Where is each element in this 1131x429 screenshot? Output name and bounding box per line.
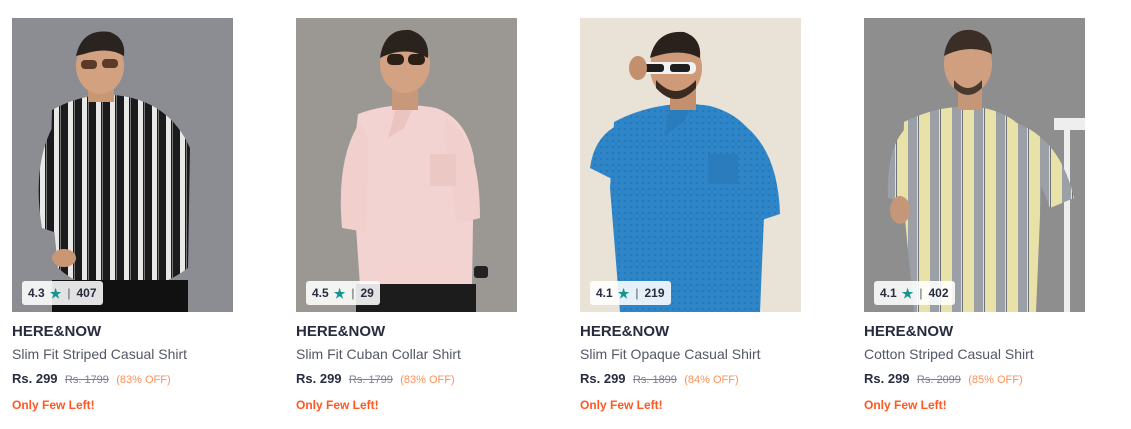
- product-image[interactable]: 4.3 ★ | 407: [12, 18, 233, 312]
- product-image[interactable]: 4.5 ★ | 29: [296, 18, 517, 312]
- product-card[interactable]: 4.1 ★ | 219 HERE&NOW Slim Fit Opaque Cas…: [580, 18, 801, 412]
- rating-count: 219: [644, 286, 665, 300]
- price-row: Rs. 299 Rs. 1799 (83% OFF): [296, 371, 517, 388]
- product-discount: (83% OFF): [400, 374, 455, 386]
- price-row: Rs. 299 Rs. 1799 (83% OFF): [12, 371, 233, 388]
- rating-value: 4.3: [28, 286, 45, 300]
- product-price: Rs. 299: [864, 371, 910, 386]
- product-card[interactable]: 4.3 ★ | 407 HERE&NOW Slim Fit Striped Ca…: [12, 18, 233, 412]
- product-discount: (83% OFF): [116, 374, 171, 386]
- product-card[interactable]: 4.1 ★ | 402 HERE&NOW Cotton Striped Casu…: [864, 18, 1085, 412]
- star-icon: ★: [49, 285, 62, 301]
- stock-status: Only Few Left!: [12, 398, 95, 412]
- product-image[interactable]: 4.1 ★ | 402: [864, 18, 1085, 312]
- product-brand: HERE&NOW: [12, 323, 102, 340]
- product-card[interactable]: 4.5 ★ | 29 HERE&NOW Slim Fit Cuban Colla…: [296, 18, 517, 412]
- price-row: Rs. 299 Rs. 1899 (84% OFF): [580, 371, 801, 388]
- rating-separator: |: [67, 286, 71, 300]
- product-price: Rs. 299: [580, 371, 626, 386]
- rating-count: 29: [360, 286, 374, 300]
- rating-value: 4.1: [596, 286, 613, 300]
- product-mrp: Rs. 1899: [632, 374, 677, 386]
- product-title: Slim Fit Striped Casual Shirt: [12, 346, 188, 362]
- product-brand: HERE&NOW: [864, 323, 954, 340]
- product-brand: HERE&NOW: [296, 323, 386, 340]
- product-brand: HERE&NOW: [580, 323, 670, 340]
- rating-count: 402: [928, 286, 949, 300]
- star-icon: ★: [333, 285, 346, 301]
- rating-value: 4.5: [312, 286, 329, 300]
- stock-status: Only Few Left!: [580, 398, 663, 412]
- product-title: Slim Fit Opaque Casual Shirt: [580, 346, 761, 362]
- rating-separator: |: [351, 286, 355, 300]
- stock-status: Only Few Left!: [296, 398, 379, 412]
- stock-status: Only Few Left!: [864, 398, 947, 412]
- star-icon: ★: [901, 285, 914, 301]
- rating-badge: 4.1 ★ | 402: [874, 281, 955, 305]
- rating-badge: 4.3 ★ | 407: [22, 281, 103, 305]
- product-title: Cotton Striped Casual Shirt: [864, 346, 1034, 362]
- rating-badge: 4.5 ★ | 29: [306, 281, 380, 305]
- product-title: Slim Fit Cuban Collar Shirt: [296, 346, 461, 362]
- product-discount: (84% OFF): [684, 374, 739, 386]
- product-price: Rs. 299: [12, 371, 58, 386]
- product-price: Rs. 299: [296, 371, 342, 386]
- rating-value: 4.1: [880, 286, 897, 300]
- product-mrp: Rs. 2099: [916, 374, 961, 386]
- product-grid: 4.3 ★ | 407 HERE&NOW Slim Fit Striped Ca…: [12, 18, 1085, 412]
- rating-badge: 4.1 ★ | 219: [590, 281, 671, 305]
- product-mrp: Rs. 1799: [64, 374, 109, 386]
- price-row: Rs. 299 Rs. 2099 (85% OFF): [864, 371, 1085, 388]
- product-image[interactable]: 4.1 ★ | 219: [580, 18, 801, 312]
- rating-count: 407: [76, 286, 97, 300]
- product-discount: (85% OFF): [968, 374, 1023, 386]
- star-icon: ★: [617, 285, 630, 301]
- product-mrp: Rs. 1799: [348, 374, 393, 386]
- rating-separator: |: [635, 286, 639, 300]
- rating-separator: |: [919, 286, 923, 300]
